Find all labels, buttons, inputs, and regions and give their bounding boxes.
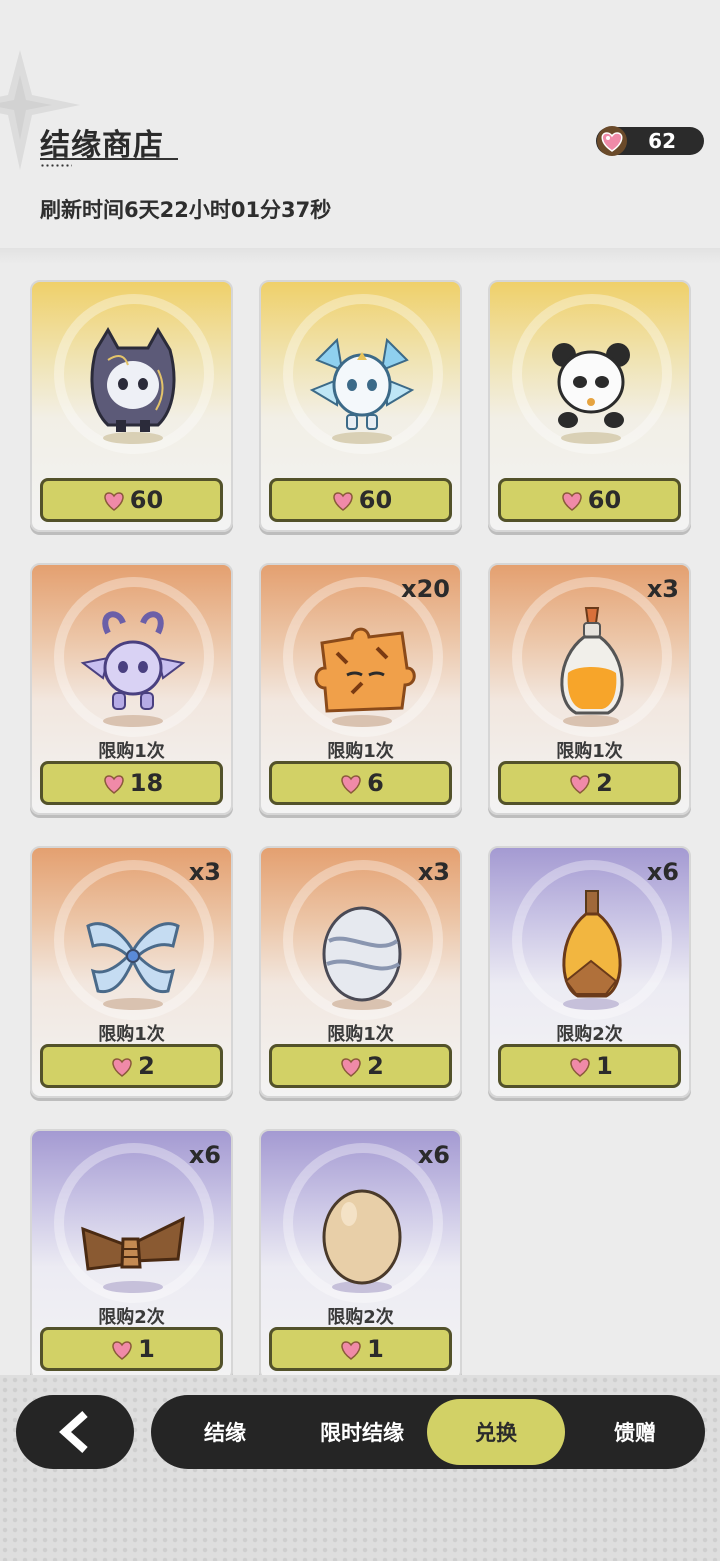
shop-item-card[interactable]: x3 限购1次 2 [488, 563, 691, 815]
shop-grid: 60 60 60 限购1次 18 x20 限购1次 6 x3 限购1次 2 x3… [0, 0, 720, 1375]
item-quantity: x3 [417, 858, 450, 886]
price-value: 2 [596, 769, 613, 797]
tab-bar: 结缘 限时结缘 兑换 馈赠 [151, 1395, 705, 1469]
heart-gem-icon [341, 775, 361, 794]
panda-creature-icon [552, 343, 630, 444]
heart-gem-icon [570, 775, 590, 794]
heart-gem-icon [341, 1058, 361, 1077]
heart-gem-icon [104, 775, 124, 794]
price-value: 60 [587, 486, 622, 514]
silver-egg-icon [322, 906, 402, 1010]
shop-item-card[interactable]: x6 限购2次 1 [488, 846, 691, 1098]
tab-label: 限时结缘 [320, 1421, 404, 1445]
horned-purple-creature-icon [80, 611, 186, 727]
shop-item-card[interactable]: 60 [259, 280, 462, 532]
heart-gem-icon [112, 1341, 132, 1360]
price-button[interactable]: 2 [498, 761, 681, 805]
price-value: 2 [138, 1052, 155, 1080]
price-value: 60 [358, 486, 393, 514]
price-value: 18 [129, 769, 164, 797]
price-button[interactable]: 60 [498, 478, 681, 522]
tab-bond[interactable]: 结缘 [151, 1395, 299, 1469]
price-value: 6 [367, 769, 384, 797]
price-button[interactable]: 60 [269, 478, 452, 522]
purchase-limit: 限购2次 [98, 1307, 165, 1328]
price-button[interactable]: 2 [40, 1044, 223, 1088]
purchase-limit: 限购1次 [556, 741, 623, 762]
price-value: 2 [367, 1052, 384, 1080]
shop-item-card[interactable]: x20 限购1次 6 [259, 563, 462, 815]
heart-gem-icon [570, 1058, 590, 1077]
price-value: 1 [596, 1052, 613, 1080]
price-button[interactable]: 6 [269, 761, 452, 805]
tab-exchange[interactable]: 兑换 [427, 1399, 565, 1465]
heart-gem-icon [562, 492, 582, 511]
tab-label: 馈赠 [614, 1421, 656, 1445]
purchase-limit: 限购1次 [98, 741, 165, 762]
chevron-left-icon [59, 1411, 88, 1453]
purchase-limit: 限购2次 [327, 1307, 394, 1328]
back-button[interactable] [16, 1395, 134, 1469]
price-value: 60 [129, 486, 164, 514]
orange-potion-bottle-icon [560, 607, 624, 727]
tab-limited-bond[interactable]: 限时结缘 [299, 1395, 425, 1469]
winged-crystal-creature-icon [309, 337, 415, 444]
brown-feather-bundle-icon [81, 1216, 185, 1293]
bronze-potion-bottle-icon [562, 890, 622, 1010]
shop-item-card[interactable]: 60 [488, 280, 691, 532]
purchase-limit: 限购2次 [556, 1024, 623, 1045]
shop-item-card[interactable]: x6 限购2次 1 [30, 1129, 233, 1375]
heart-gem-icon [333, 492, 353, 511]
price-value: 1 [138, 1335, 155, 1363]
shop-item-card[interactable]: 60 [30, 280, 233, 532]
item-quantity: x6 [646, 858, 679, 886]
price-button[interactable]: 1 [498, 1044, 681, 1088]
shop-item-card[interactable]: 限购1次 18 [30, 563, 233, 815]
blue-scroll-bundle-icon [86, 922, 180, 1010]
price-value: 1 [367, 1335, 384, 1363]
tab-label: 结缘 [204, 1421, 246, 1445]
item-quantity: x6 [188, 1141, 221, 1169]
price-button[interactable]: 18 [40, 761, 223, 805]
item-quantity: x3 [646, 575, 679, 603]
shop-item-card[interactable]: x3 限购1次 2 [30, 846, 233, 1098]
purchase-limit: 限购1次 [327, 741, 394, 762]
item-quantity: x20 [401, 575, 450, 603]
tiger-puzzle-piece-icon [314, 627, 416, 727]
price-button[interactable]: 1 [40, 1327, 223, 1371]
price-button[interactable]: 60 [40, 478, 223, 522]
shop-item-card[interactable]: x6 限购2次 1 [259, 1129, 462, 1375]
heart-gem-icon [341, 1341, 361, 1360]
heart-gem-icon [112, 1058, 132, 1077]
plain-egg-icon [322, 1189, 402, 1293]
shop-item-card[interactable]: x3 限购1次 2 [259, 846, 462, 1098]
purchase-limit: 限购1次 [98, 1024, 165, 1045]
price-button[interactable]: 2 [269, 1044, 452, 1088]
dark-hooded-creature-icon [90, 327, 176, 444]
purchase-limit: 限购1次 [327, 1024, 394, 1045]
item-quantity: x6 [417, 1141, 450, 1169]
heart-gem-icon [104, 492, 124, 511]
item-quantity: x3 [188, 858, 221, 886]
price-button[interactable]: 1 [269, 1327, 452, 1371]
tab-gift[interactable]: 馈赠 [565, 1395, 705, 1469]
tab-label: 兑换 [475, 1421, 517, 1445]
